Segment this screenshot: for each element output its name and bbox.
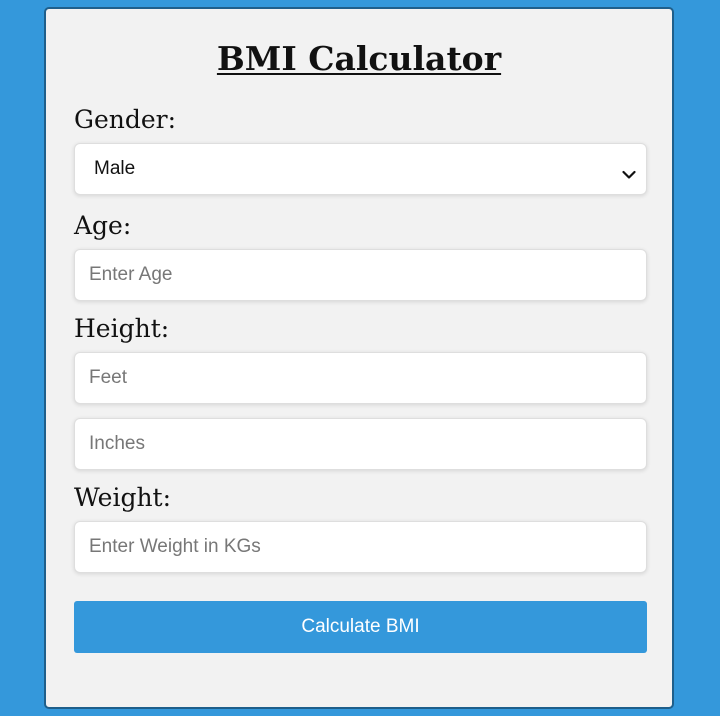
calculate-bmi-button[interactable]: Calculate BMI [74,601,647,653]
weight-input[interactable] [74,521,647,573]
height-label: Height: [74,314,170,343]
chevron-down-icon [622,164,636,179]
bmi-calculator-card: BMI Calculator Gender: Male Age: Height:… [44,7,674,709]
weight-label: Weight: [74,483,172,512]
height-feet-input[interactable] [74,352,647,404]
height-inches-input[interactable] [74,418,647,470]
gender-selected-value: Male [94,158,136,179]
age-input[interactable] [74,249,647,301]
page-title: BMI Calculator [216,39,502,78]
gender-label: Gender: [74,105,177,134]
age-label: Age: [74,211,132,240]
gender-select[interactable]: Male [74,143,647,195]
